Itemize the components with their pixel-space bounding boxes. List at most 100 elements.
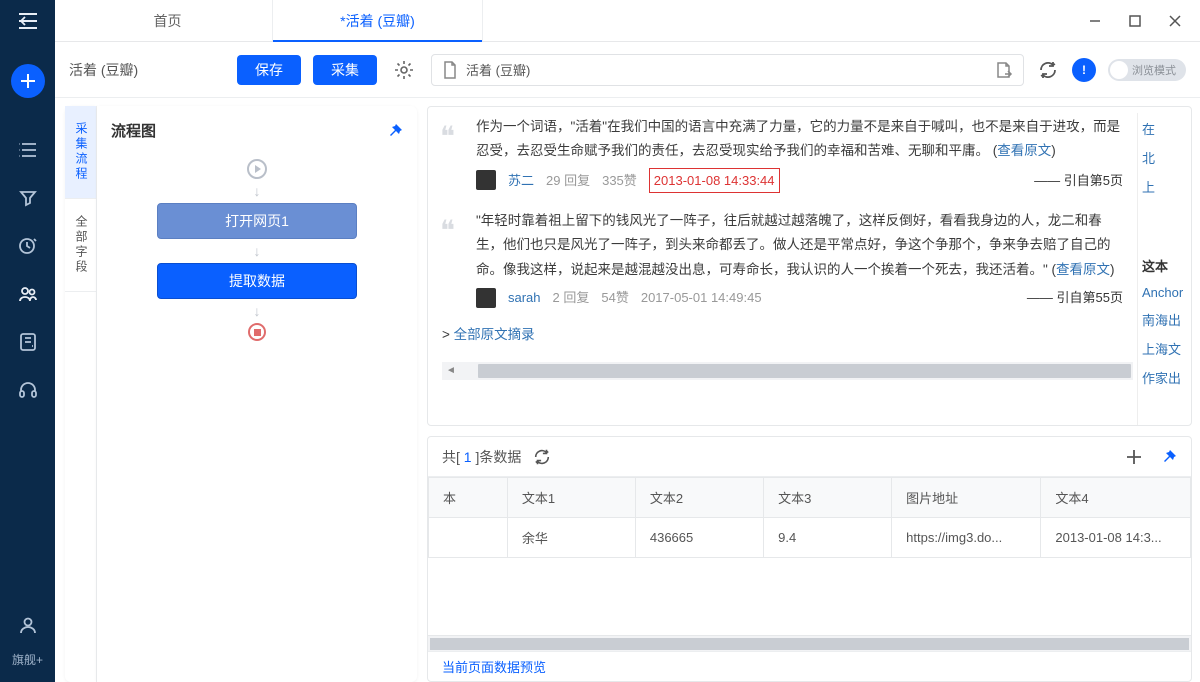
tab-active-label: *活着 (豆瓣) <box>340 11 415 31</box>
flow-panel: 流程图 ↓ 打开网页1 ↓ 提取数据 ↓ <box>97 106 417 682</box>
page-icon <box>442 61 458 79</box>
chevron-right: > <box>442 327 454 342</box>
username-link[interactable]: sarah <box>508 286 541 309</box>
table-cell: https://img3.do... <box>892 518 1041 558</box>
table-cell: 9.4 <box>764 518 892 558</box>
left-rail: 旗舰+ <box>0 0 55 682</box>
toolbar: 活着 (豆瓣) 保存 采集 活着 (豆瓣) ! 浏览模式 <box>55 42 1200 98</box>
reply-count: 29 回复 <box>546 169 590 192</box>
side-heading: 这本 <box>1142 256 1187 275</box>
table-header[interactable]: 文本2 <box>635 478 763 518</box>
view-original-link[interactable]: 查看原文 <box>1056 262 1110 277</box>
window-maximize[interactable] <box>1128 14 1142 28</box>
side-link[interactable]: 作家出 <box>1142 368 1187 387</box>
reply-count: 2 回复 <box>553 286 590 309</box>
save-button[interactable]: 保存 <box>237 55 301 85</box>
data-count-label: 共[ 1 ]条数据 <box>442 447 521 467</box>
horizontal-scrollbar[interactable]: ◄ <box>442 362 1133 380</box>
flow-title: 流程图 <box>111 120 156 141</box>
flow-canvas: ↓ 打开网页1 ↓ 提取数据 ↓ <box>111 159 403 341</box>
browser-preview: ❝ 作为一个词语，"活着"在我们中国的语言中充满了力量，它的力量不是来自于喊叫，… <box>427 106 1192 426</box>
table-header[interactable]: 文本4 <box>1041 478 1191 518</box>
address-text: 活着 (豆瓣) <box>466 60 987 79</box>
side-link[interactable]: 上海文 <box>1142 339 1187 358</box>
toggle-label: 浏览模式 <box>1132 62 1176 78</box>
avatar[interactable] <box>476 170 496 190</box>
browse-mode-toggle[interactable]: 浏览模式 <box>1108 59 1186 81</box>
tab-flow[interactable]: 采集流程 <box>65 106 96 199</box>
page-ref: —— 引自第5页 <box>1034 169 1123 192</box>
settings-icon[interactable] <box>389 55 419 85</box>
preview-tab[interactable]: 当前页面数据预览 <box>442 657 546 676</box>
scrollbar-thumb[interactable] <box>430 638 1189 650</box>
window-close[interactable] <box>1168 14 1182 28</box>
like-count: 335赞 <box>602 169 637 192</box>
database-icon[interactable] <box>0 318 55 366</box>
list-icon[interactable] <box>0 126 55 174</box>
table-header[interactable]: 文本1 <box>507 478 635 518</box>
page-ref: —— 引自第55页 <box>1027 286 1123 309</box>
menu-icon[interactable] <box>0 0 55 42</box>
side-link[interactable]: Anchor <box>1142 285 1187 300</box>
table-header[interactable]: 本 <box>429 478 508 518</box>
flow-arrow-icon: ↓ <box>254 243 261 259</box>
side-link[interactable]: 在 <box>1142 119 1187 138</box>
add-column-icon[interactable] <box>1125 448 1143 466</box>
flow-arrow-icon: ↓ <box>254 303 261 319</box>
address-bar[interactable]: 活着 (豆瓣) <box>431 54 1024 86</box>
table-cell: 余华 <box>507 518 635 558</box>
pin-icon[interactable] <box>387 123 403 139</box>
scrollbar-thumb[interactable] <box>478 364 1131 378</box>
tab-home[interactable]: 首页 <box>63 0 273 41</box>
table-cell: 436665 <box>635 518 763 558</box>
new-task-button[interactable] <box>11 64 45 98</box>
tab-active[interactable]: *活着 (豆瓣) <box>273 0 483 41</box>
table-header[interactable]: 文本3 <box>764 478 892 518</box>
timestamp: 2017-05-01 14:49:45 <box>641 286 762 309</box>
excerpt-block: ❝ "年轻时靠着祖上留下的钱风光了一阵子，往后就越过越落魄了，这样反倒好，看看我… <box>442 207 1133 317</box>
timestamp-highlighted: 2013-01-08 14:33:44 <box>649 168 780 193</box>
flow-start-node[interactable] <box>247 159 267 179</box>
flow-end-node[interactable] <box>248 323 266 341</box>
view-original-link[interactable]: 查看原文 <box>997 143 1051 158</box>
like-count: 54赞 <box>601 286 628 309</box>
plan-label: 旗舰+ <box>12 651 43 668</box>
quote-icon: ❝ <box>440 113 455 163</box>
quote-icon: ❝ <box>440 207 455 257</box>
collect-button[interactable]: 采集 <box>313 55 377 85</box>
flow-node-open-page[interactable]: 打开网页1 <box>157 203 357 239</box>
side-links: 在 北 上 这本 Anchor 南海出 上海文 作家出 <box>1137 113 1191 425</box>
window-minimize[interactable] <box>1088 14 1102 28</box>
username-link[interactable]: 苏二 <box>508 169 534 192</box>
table-header[interactable]: 图片地址 <box>892 478 1041 518</box>
team-icon[interactable] <box>0 270 55 318</box>
refresh-icon[interactable] <box>1036 58 1060 82</box>
table-cell <box>429 518 508 558</box>
side-link[interactable]: 北 <box>1142 148 1187 167</box>
toggle-knob <box>1110 61 1128 79</box>
data-panel: 共[ 1 ]条数据 本 文本1 文本2 <box>427 436 1192 682</box>
scroll-left-icon[interactable]: ◄ <box>442 362 460 380</box>
left-side-tabs: 采集流程 全部字段 <box>65 106 97 682</box>
refresh-data-icon[interactable] <box>533 448 551 466</box>
excerpt-block: ❝ 作为一个词语，"活着"在我们中国的语言中充满了力量，它的力量不是来自于喊叫，… <box>442 113 1133 201</box>
filter-icon[interactable] <box>0 174 55 222</box>
avatar[interactable] <box>476 288 496 308</box>
pin-panel-icon[interactable] <box>1161 449 1177 465</box>
all-excerpts-link[interactable]: 全部原文摘录 <box>454 327 535 342</box>
excerpt-text: "年轻时靠着祖上留下的钱风光了一阵子，往后就越过越落魄了，这样反倒好，看看我身边… <box>476 213 1111 277</box>
side-link[interactable]: 南海出 <box>1142 310 1187 329</box>
tab-fields[interactable]: 全部字段 <box>65 199 96 292</box>
open-external-icon[interactable] <box>995 61 1013 79</box>
support-icon[interactable] <box>0 366 55 414</box>
data-table: 本 文本1 文本2 文本3 图片地址 文本4 余华 436665 <box>428 477 1191 558</box>
account-icon[interactable] <box>0 601 55 649</box>
table-cell: 2013-01-08 14:3... <box>1041 518 1191 558</box>
table-row[interactable]: 余华 436665 9.4 https://img3.do... 2013-01… <box>429 518 1191 558</box>
alert-badge[interactable]: ! <box>1072 58 1096 82</box>
table-scrollbar[interactable] <box>428 635 1191 651</box>
side-link[interactable]: 上 <box>1142 177 1187 196</box>
schedule-icon[interactable] <box>0 222 55 270</box>
flow-arrow-icon: ↓ <box>254 183 261 199</box>
flow-node-extract[interactable]: 提取数据 <box>157 263 357 299</box>
